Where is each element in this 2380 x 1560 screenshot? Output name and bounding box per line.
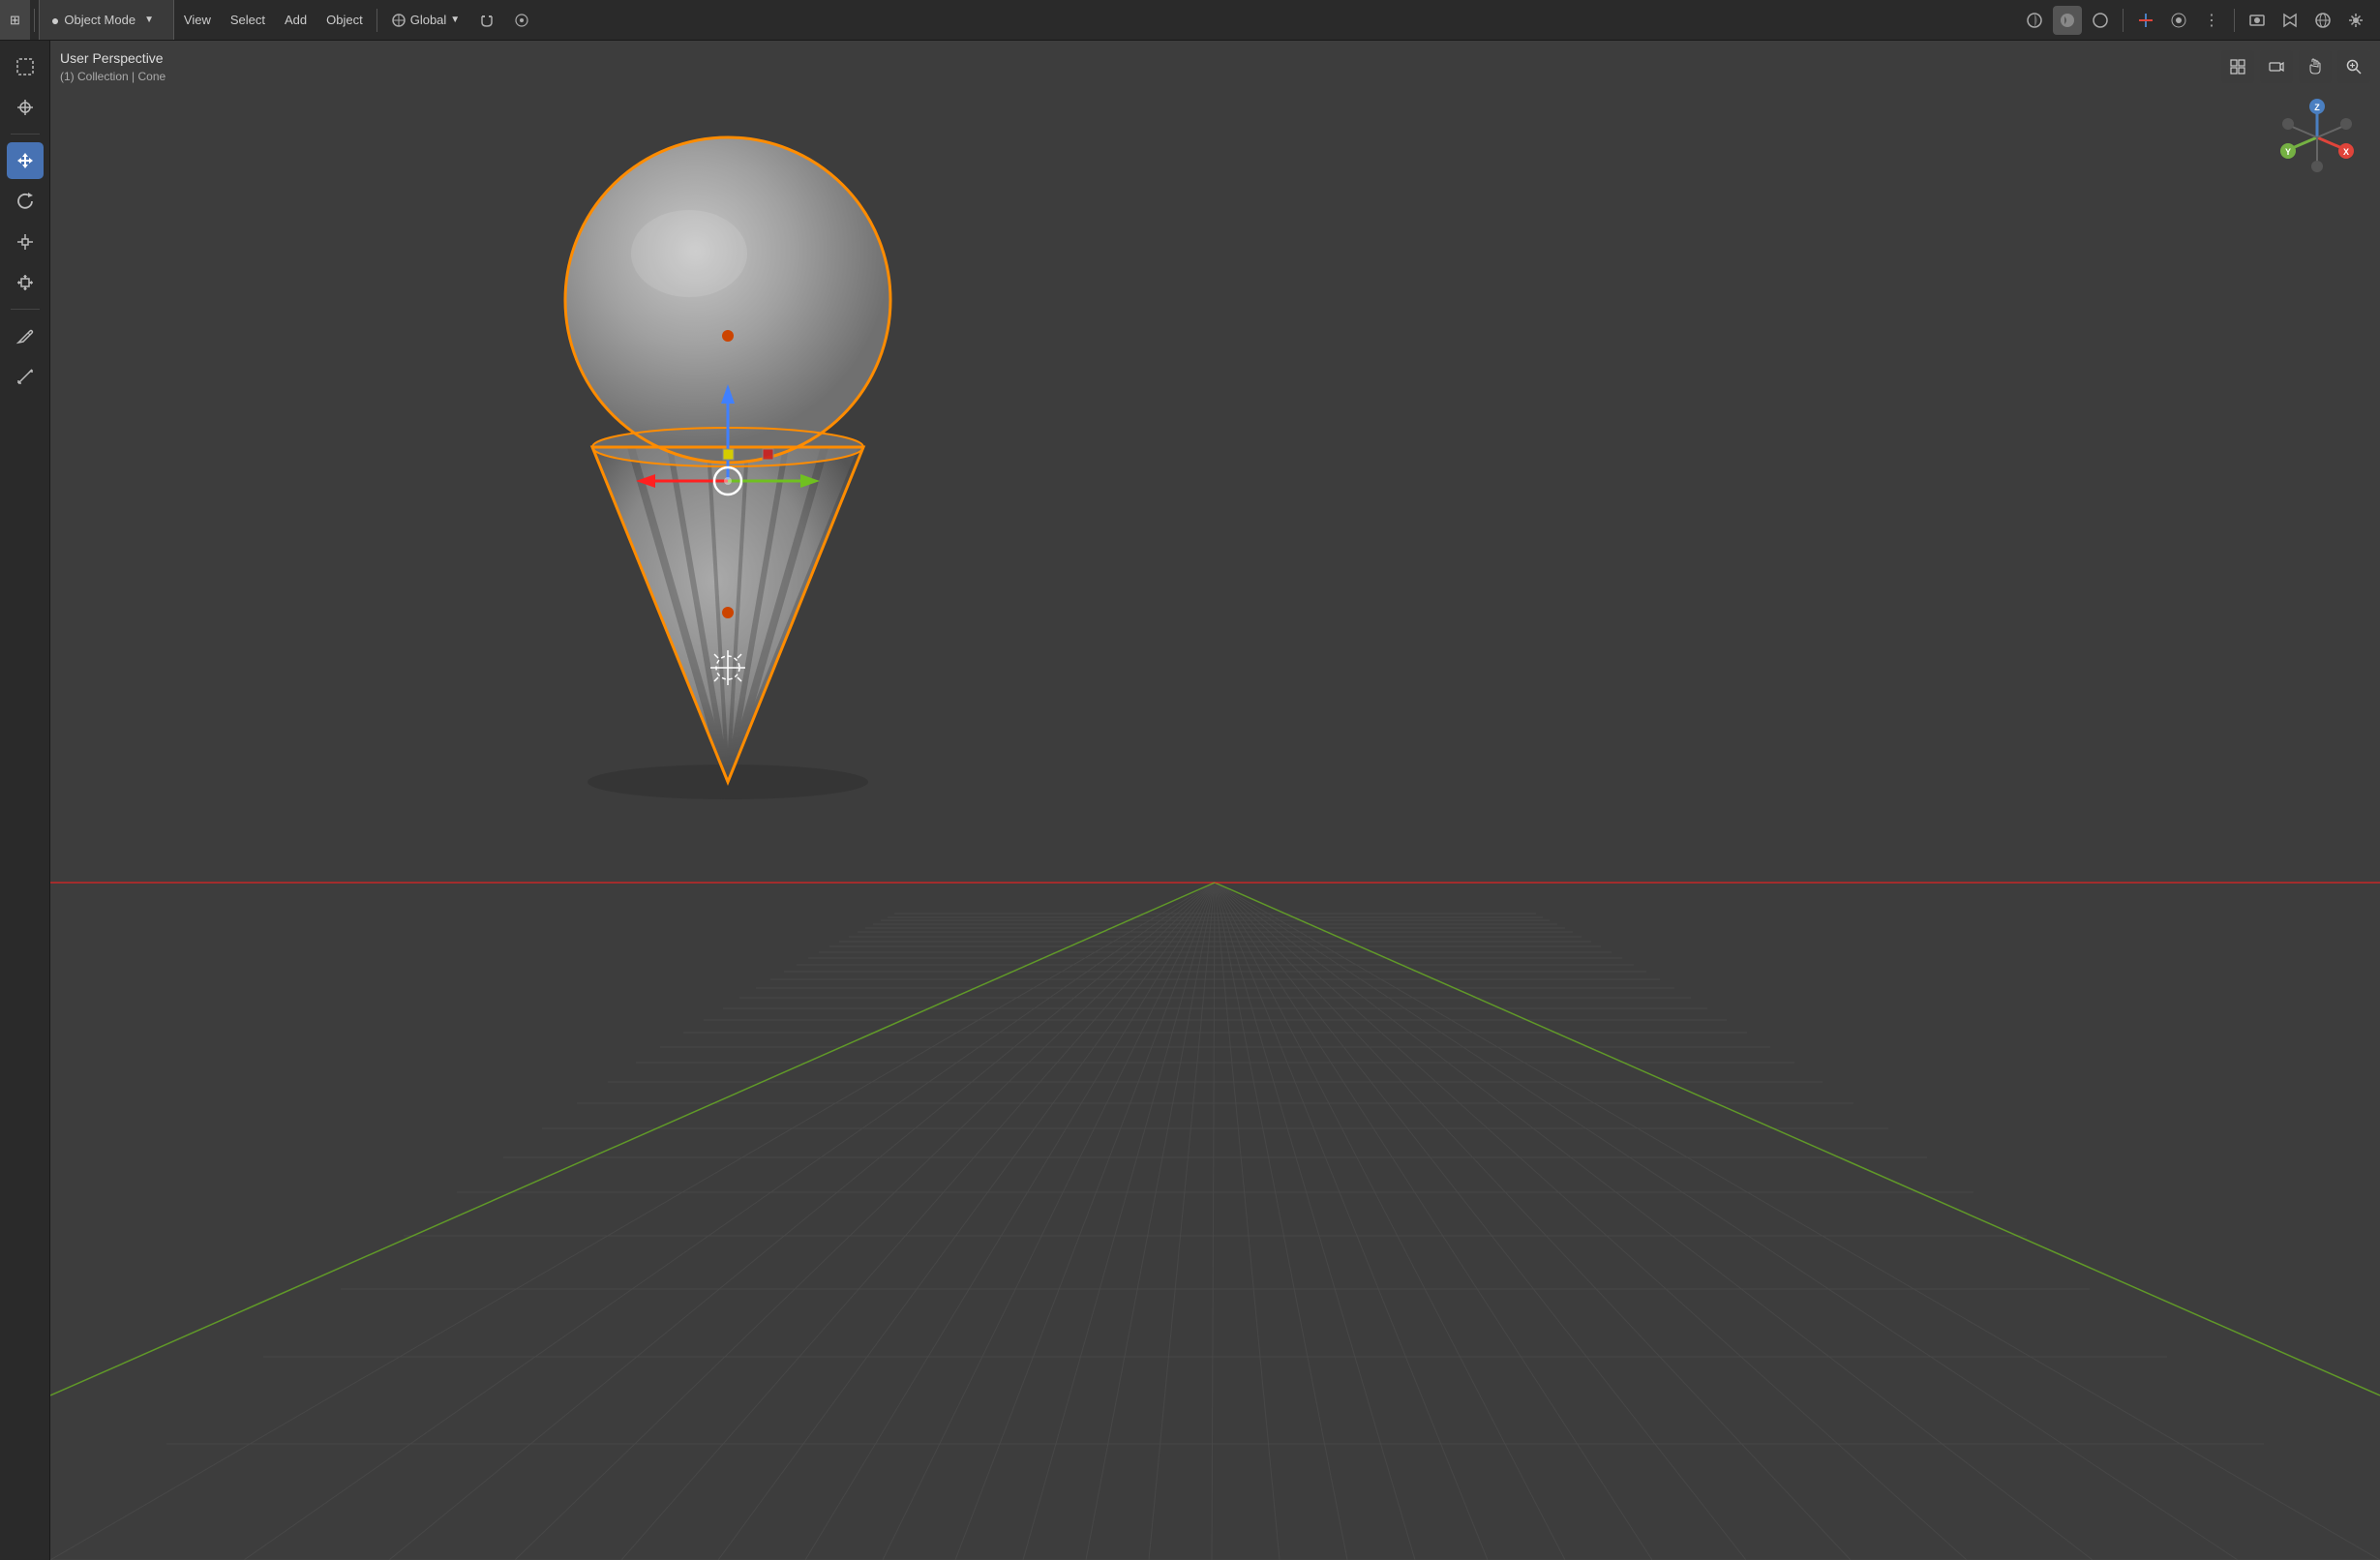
- transform-label: Global: [410, 13, 447, 27]
- view-label: View: [184, 13, 211, 27]
- scene-icon[interactable]: [2275, 6, 2305, 35]
- editor-type-menu[interactable]: ⊞: [0, 0, 30, 40]
- proportional-icon: [514, 13, 529, 28]
- move-tool[interactable]: [7, 142, 44, 179]
- transform-snap[interactable]: [469, 0, 504, 40]
- mode-selector[interactable]: ● Object Mode ▼: [39, 0, 174, 40]
- header-bar: ⊞ ● Object Mode ▼ View Select Add Object…: [0, 0, 2380, 41]
- header-sep-1: [34, 9, 35, 32]
- mode-icon: ●: [51, 13, 59, 28]
- left-toolbar: [0, 41, 50, 1560]
- svg-text:Y: Y: [2285, 147, 2291, 157]
- tool-sep-1: [11, 134, 40, 135]
- editor-type-icon: ⊞: [10, 13, 20, 28]
- annotate-tool[interactable]: [7, 317, 44, 354]
- render-icon[interactable]: [2243, 6, 2272, 35]
- quad-view-btn[interactable]: [2221, 50, 2254, 83]
- measure-tool[interactable]: [7, 358, 44, 395]
- viewport-gizmo[interactable]: Z X Y: [2278, 99, 2356, 176]
- rotate-tool[interactable]: [7, 183, 44, 220]
- pan-view-btn[interactable]: [2299, 50, 2332, 83]
- select-label: Select: [230, 13, 265, 27]
- magnet-icon: [479, 13, 495, 28]
- viewport-canvas: User Perspective (1) Collection | Cone: [50, 41, 2380, 1560]
- object-menu[interactable]: Object: [316, 0, 373, 40]
- overlay-btn[interactable]: [2020, 6, 2049, 35]
- scale-tool[interactable]: [7, 224, 44, 260]
- select-box-tool[interactable]: [7, 48, 44, 85]
- tool-sep-2: [11, 309, 40, 310]
- header-sep-r1: [2123, 9, 2124, 32]
- transform-tool[interactable]: [7, 264, 44, 301]
- world-icon[interactable]: [2308, 6, 2337, 35]
- snap-icon: [391, 13, 407, 28]
- header-right: ⋮: [2020, 6, 2380, 35]
- viewport-wire-btn[interactable]: [2086, 6, 2115, 35]
- mode-label: Object Mode: [64, 13, 136, 27]
- add-label: Add: [285, 13, 307, 27]
- viewport-icon-row: [2221, 50, 2370, 83]
- viewport-shading-btn[interactable]: [2053, 6, 2082, 35]
- header-sep-r2: [2234, 9, 2235, 32]
- select-menu[interactable]: Select: [221, 0, 275, 40]
- camera-view-btn[interactable]: [2260, 50, 2293, 83]
- proportional-edit[interactable]: [504, 0, 539, 40]
- svg-text:Z: Z: [2314, 103, 2320, 112]
- cursor-tool[interactable]: [7, 89, 44, 126]
- viewport-controls: Z X Y: [2221, 50, 2370, 83]
- svg-text:X: X: [2343, 147, 2349, 157]
- transform-global[interactable]: Global ▼: [381, 0, 469, 40]
- viewport[interactable]: User Perspective (1) Collection | Cone: [50, 41, 2380, 1560]
- zoom-view-btn[interactable]: [2337, 50, 2370, 83]
- extras-toggle[interactable]: ⋮: [2197, 6, 2226, 35]
- view-menu[interactable]: View: [174, 0, 221, 40]
- add-menu[interactable]: Add: [275, 0, 316, 40]
- object-label: Object: [326, 13, 363, 27]
- preferences-icon[interactable]: [2341, 6, 2370, 35]
- snap-toggle[interactable]: [2164, 6, 2193, 35]
- gizmo-toggle[interactable]: [2131, 6, 2160, 35]
- mode-chevron: ▼: [144, 15, 154, 25]
- scene-svg: [50, 41, 2380, 1560]
